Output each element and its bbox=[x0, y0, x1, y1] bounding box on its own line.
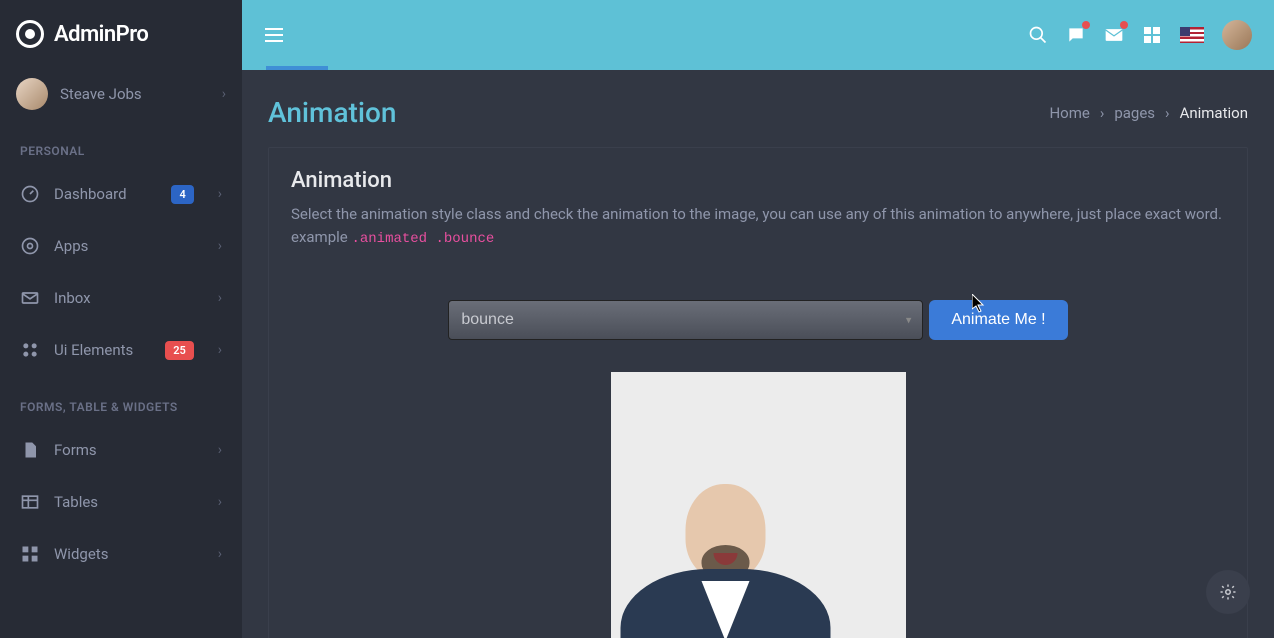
settings-fab[interactable] bbox=[1206, 570, 1250, 614]
sidebar-item-forms[interactable]: Forms › bbox=[0, 424, 242, 476]
sidebar-item-uielements[interactable]: Ui Elements 25 › bbox=[0, 324, 242, 376]
animate-button[interactable]: Animate Me ! bbox=[929, 300, 1067, 340]
brand-name: AdminPro bbox=[54, 22, 148, 47]
mail-icon bbox=[20, 288, 40, 308]
nav-label: Ui Elements bbox=[54, 341, 151, 359]
notification-dot bbox=[1082, 21, 1090, 29]
breadcrumb: Home › pages › Animation bbox=[1049, 104, 1248, 122]
nav-label: Widgets bbox=[54, 545, 204, 563]
animation-select-wrap: bounce bbox=[448, 300, 923, 340]
sidebar-item-apps[interactable]: Apps › bbox=[0, 220, 242, 272]
user-avatar bbox=[16, 78, 48, 110]
brand-logo-icon bbox=[16, 20, 44, 48]
search-icon[interactable] bbox=[1028, 25, 1048, 45]
chevron-right-icon: › bbox=[218, 238, 222, 254]
widgets-icon bbox=[20, 544, 40, 564]
main-content: Animation Home › pages › Animation Anima… bbox=[242, 70, 1274, 638]
language-flag-us[interactable] bbox=[1180, 27, 1204, 43]
animation-card: Animation Select the animation style cla… bbox=[268, 147, 1248, 638]
notification-dot bbox=[1120, 21, 1128, 29]
chat-icon[interactable] bbox=[1066, 25, 1086, 45]
sidebar-item-tables[interactable]: Tables › bbox=[0, 476, 242, 528]
topbar bbox=[242, 0, 1274, 70]
animation-select[interactable]: bounce bbox=[448, 300, 923, 340]
breadcrumb-home[interactable]: Home bbox=[1049, 104, 1089, 122]
chevron-right-icon: › bbox=[218, 186, 222, 202]
nav-section-personal: PERSONAL bbox=[0, 120, 242, 168]
page-title: Animation bbox=[268, 96, 396, 129]
page-header: Animation Home › pages › Animation bbox=[268, 96, 1248, 129]
table-icon bbox=[20, 492, 40, 512]
sidebar-item-widgets[interactable]: Widgets › bbox=[0, 528, 242, 580]
speedometer-icon bbox=[20, 184, 40, 204]
card-title: Animation bbox=[291, 168, 1225, 193]
nav-label: Tables bbox=[54, 493, 204, 511]
chevron-right-icon: › bbox=[218, 546, 222, 562]
nav-label: Inbox bbox=[54, 289, 204, 307]
animation-controls: bounce Animate Me ! bbox=[291, 300, 1225, 340]
palette-icon bbox=[20, 340, 40, 360]
menu-toggle-icon[interactable] bbox=[264, 25, 284, 45]
chevron-right-icon: › bbox=[218, 494, 222, 510]
sidebar-item-dashboard[interactable]: Dashboard 4 › bbox=[0, 168, 242, 220]
breadcrumb-current: Animation bbox=[1180, 104, 1248, 122]
gear-icon bbox=[1219, 583, 1237, 601]
chevron-right-icon: › bbox=[218, 290, 222, 306]
sidebar-user-profile[interactable]: Steave Jobs › bbox=[0, 68, 242, 120]
chevron-right-icon: › bbox=[1100, 104, 1105, 122]
chevron-right-icon: › bbox=[222, 86, 226, 102]
chevron-right-icon: › bbox=[218, 342, 222, 358]
nav-label: Apps bbox=[54, 237, 204, 255]
topbar-user-avatar[interactable] bbox=[1222, 20, 1252, 50]
demo-image bbox=[611, 372, 906, 638]
nav-label: Forms bbox=[54, 441, 204, 459]
file-icon bbox=[20, 440, 40, 460]
breadcrumb-pages[interactable]: pages bbox=[1114, 104, 1155, 122]
demo-image-container bbox=[291, 372, 1225, 638]
nav-label: Dashboard bbox=[54, 185, 157, 203]
sidebar: AdminPro Steave Jobs › PERSONAL Dashboar… bbox=[0, 0, 242, 638]
card-code-example: .animated .bounce bbox=[351, 231, 494, 247]
sidebar-item-inbox[interactable]: Inbox › bbox=[0, 272, 242, 324]
dashboard-badge: 4 bbox=[171, 185, 193, 204]
brand-logo[interactable]: AdminPro bbox=[0, 0, 242, 68]
chevron-right-icon: › bbox=[218, 442, 222, 458]
user-name: Steave Jobs bbox=[60, 85, 210, 103]
chevron-right-icon: › bbox=[1165, 104, 1170, 122]
uielements-badge: 25 bbox=[165, 341, 194, 360]
card-description: Select the animation style class and che… bbox=[291, 203, 1225, 250]
nav-section-forms: FORMS, TABLE & WIDGETS bbox=[0, 376, 242, 424]
grid-icon[interactable] bbox=[1142, 25, 1162, 45]
mail-icon[interactable] bbox=[1104, 25, 1124, 45]
apps-icon bbox=[20, 236, 40, 256]
